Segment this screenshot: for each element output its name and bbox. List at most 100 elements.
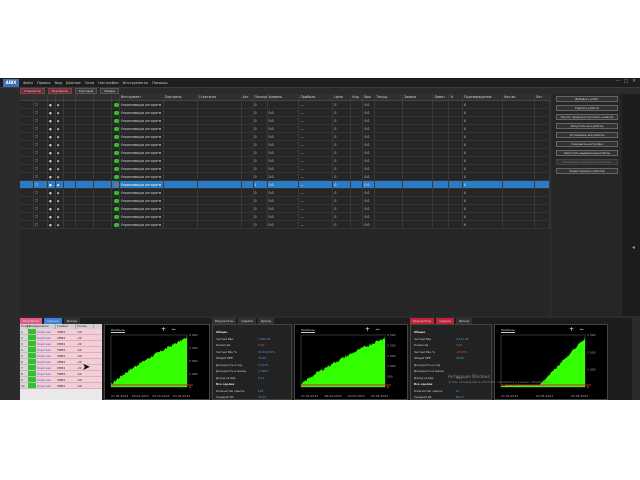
table-row[interactable]: ☐ ● ◆ Управляющая алгоритм 0 0.0—0 0.0 0 (20, 133, 550, 141)
deal-direction-link[interactable]: Короткая (36, 371, 56, 376)
table-cell[interactable]: ● (48, 181, 56, 188)
table-cell[interactable] (20, 133, 34, 140)
table-cell[interactable] (20, 165, 34, 172)
column-header[interactable]: Код (351, 94, 364, 100)
table-row[interactable]: ☐ ● ◆ Управляющая алгоритм 0 0.0—0 0.0 0 (20, 125, 550, 133)
table-row[interactable]: ☐ ● ◆ Управляющая алгоритм 0 0.0—0 0.0 0 (20, 109, 550, 117)
table-cell[interactable]: ◆ (56, 117, 64, 124)
menu-item[interactable]: Данные (66, 81, 81, 85)
status-dot-icon[interactable] (113, 159, 119, 163)
table-cell[interactable]: ◆ (56, 125, 64, 132)
table-cell[interactable] (20, 149, 34, 156)
table-cell[interactable]: ☐ (34, 141, 48, 148)
column-header[interactable] (48, 94, 56, 100)
table-cell[interactable]: ● (48, 157, 56, 164)
table-cell[interactable]: ● (48, 141, 56, 148)
menu-item[interactable]: Окно (85, 81, 95, 85)
table-row[interactable]: ☐ ● ◆ Управляющая алгоритм 0 0.0—0 0.0 0 (20, 173, 550, 181)
side-action-button[interactable]: Запустить выделенные роботы (556, 150, 618, 156)
status-dot-icon[interactable] (113, 103, 119, 107)
table-cell[interactable]: ◆ (56, 157, 64, 164)
table-row[interactable]: ☐ ● ◆ Управляющая алгоритм 0 0.0—0 0.0 0 (20, 213, 550, 221)
table-row[interactable]: ☐ ● ◆ Управляющая алгоритм 0 0.0—0 0.0 0 (20, 117, 550, 125)
table-cell[interactable]: ☐ (34, 109, 48, 116)
table-cell[interactable] (20, 109, 34, 116)
deal-direction-link[interactable]: Короткая (36, 329, 56, 334)
deal-direction-link[interactable]: Короткая (36, 365, 56, 370)
status-dot-icon[interactable] (113, 111, 119, 115)
side-action-button[interactable]: Сохранить настройки (556, 141, 618, 147)
deal-direction-link[interactable]: Короткая (36, 359, 56, 364)
deal-direction-link[interactable]: Короткая (36, 353, 56, 358)
table-cell[interactable]: ◆ (56, 141, 64, 148)
table-cell[interactable]: ☐ (34, 205, 48, 212)
column-header[interactable]: % (449, 94, 464, 100)
expand-arrow-icon[interactable]: ◂ (632, 244, 635, 251)
table-cell[interactable]: ● (48, 101, 56, 108)
status-dot-icon[interactable] (113, 167, 119, 171)
close-icon[interactable]: ✕ (632, 79, 636, 84)
column-header[interactable]: Подтверждение (463, 94, 504, 100)
table-cell[interactable] (20, 181, 34, 188)
column-header[interactable]: Прибыль (299, 94, 334, 100)
table-cell[interactable]: ☐ (34, 149, 48, 156)
column-header[interactable] (34, 94, 48, 100)
table-cell[interactable] (20, 173, 34, 180)
table-row[interactable]: ☐ ● ◆ Управляющая алгоритм 0 0.0—0 0.0 0 (20, 149, 550, 157)
table-cell[interactable]: ☐ (34, 181, 48, 188)
column-header[interactable]: Заявки (403, 94, 434, 100)
deal-direction-link[interactable]: Короткая (36, 377, 56, 382)
table-cell[interactable]: ◆ (56, 221, 64, 228)
side-action-button[interactable]: Начать продажу/торговать заявкой (556, 114, 618, 120)
table-row[interactable]: ☐ ● ◆ Управляющая алгоритм 0 0.0—0 0.0 0 (20, 205, 550, 213)
table-cell[interactable]: ● (48, 197, 56, 204)
status-dot-icon[interactable] (113, 215, 119, 219)
zoom-in-icon[interactable]: + (569, 326, 574, 333)
menu-item[interactable]: Настройки (98, 81, 118, 85)
table-cell[interactable]: ☐ (34, 197, 48, 204)
table-cell[interactable]: ☐ (34, 125, 48, 132)
table-cell[interactable]: ● (48, 173, 56, 180)
table-row[interactable]: ☐ ● ◆ Управляющая алгоритм 0 0.0—0 0.0 0 (20, 221, 550, 229)
table-cell[interactable]: ☐ (34, 213, 48, 220)
status-dot-icon[interactable] (113, 151, 119, 155)
menu-item[interactable]: Файл (23, 81, 33, 85)
table-row[interactable]: ☐ ● ◆ Управляющая алгоритм 0 0.0—0 0.0 0 (20, 157, 550, 165)
column-header[interactable] (112, 94, 120, 100)
table-row[interactable]: ☐ ● ◆ Управляющая алгоритм 0—0 0.0 0 (20, 101, 550, 109)
table-cell[interactable]: ◆ (56, 109, 64, 116)
table-cell[interactable]: ◆ (56, 165, 64, 172)
column-header[interactable]: Акт (242, 94, 254, 100)
table-cell[interactable]: ☐ (34, 165, 48, 172)
menu-item[interactable]: Правка (37, 81, 51, 85)
minimize-icon[interactable]: — (615, 79, 620, 84)
status-dot-icon[interactable] (113, 143, 119, 147)
table-cell[interactable]: ● (48, 117, 56, 124)
column-header[interactable] (64, 94, 76, 100)
column-header[interactable]: Уровень (268, 94, 300, 100)
side-action-button[interactable]: Остановить все роботы (556, 132, 618, 138)
deal-direction-link[interactable]: Короткая (36, 347, 56, 352)
table-row[interactable]: ☐ ● ◆ Управляющая алгоритм 0 0.0—0 0.0 0 (20, 189, 550, 197)
column-header[interactable] (56, 94, 64, 100)
column-header[interactable] (76, 94, 94, 100)
table-cell[interactable]: ◆ (56, 197, 64, 204)
table-cell[interactable]: ● (48, 165, 56, 172)
table-cell[interactable] (20, 101, 34, 108)
status-dot-icon[interactable] (113, 135, 119, 139)
menu-item[interactable]: Вид (55, 81, 62, 85)
column-header[interactable]: Вых (363, 94, 376, 100)
table-cell[interactable]: ● (48, 125, 56, 132)
side-action-button[interactable]: Запустить все роботы (556, 123, 618, 129)
column-header[interactable]: Цена (333, 94, 352, 100)
table-cell[interactable] (20, 141, 34, 148)
table-cell[interactable] (20, 117, 34, 124)
menu-item[interactable]: Помощь (152, 81, 167, 85)
list-item[interactable]: 10 Короткая VBM4 -20 (20, 383, 102, 389)
column-header[interactable] (94, 94, 112, 100)
table-cell[interactable]: ● (48, 213, 56, 220)
column-header[interactable]: Лот (535, 94, 550, 100)
column-header[interactable]: Лимит (433, 94, 450, 100)
table-cell[interactable] (20, 205, 34, 212)
table-row[interactable]: ☐ ● ◆ Управляющая алгоритм 0 0.0—0 0.0 0 (20, 197, 550, 205)
